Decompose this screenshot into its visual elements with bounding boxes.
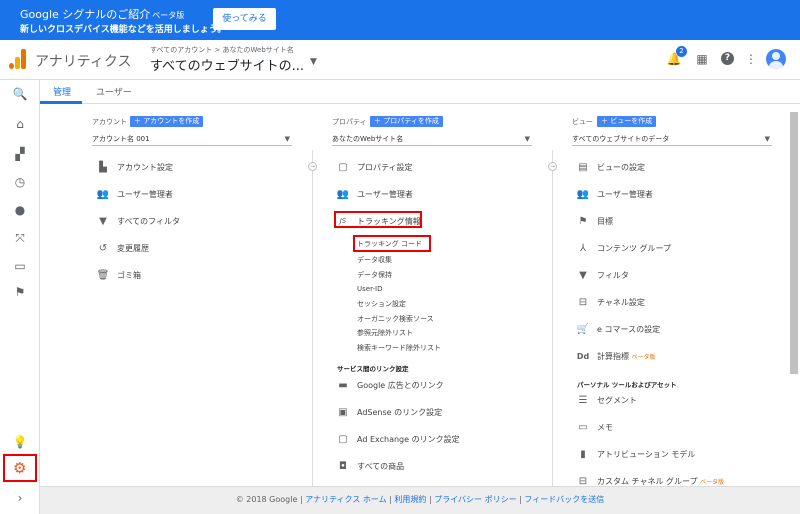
realtime-clock-icon[interactable]: ◷	[12, 174, 28, 190]
analytics-home-link[interactable]: アナリティクス ホーム	[305, 495, 386, 504]
calculated-metrics-icon: Dd	[576, 352, 590, 361]
channel-icon: ⊟	[578, 297, 588, 308]
privacy-policy-link[interactable]: プライバシー ポリシー	[434, 495, 516, 504]
tab-admin[interactable]: 管理	[53, 85, 71, 98]
filter-icon: ▼	[579, 270, 587, 281]
column-divider	[312, 150, 313, 486]
highlight-box	[334, 211, 422, 228]
comment-icon: ▭	[578, 422, 588, 433]
products-icon: ◘	[339, 461, 347, 472]
search-icon[interactable]: 🔍	[12, 86, 28, 102]
footer: © 2018 Google | アナリティクス ホーム | 利用規約 | プライ…	[40, 486, 800, 514]
tab-user[interactable]: ユーザー	[96, 85, 132, 98]
try-it-button[interactable]: 使ってみる	[213, 8, 276, 30]
people-icon: 👥	[96, 189, 110, 200]
data-retention-link[interactable]: データ保持	[357, 270, 392, 280]
admin-gear-button[interactable]: ⚙	[3, 454, 37, 482]
chevron-down-icon: ▼	[764, 135, 770, 143]
terms-link[interactable]: 利用規約	[394, 495, 426, 504]
segments-icon: ☰	[578, 395, 588, 406]
view-selector[interactable]: すべてのウェブサイトの...	[150, 55, 304, 74]
product-linking-heading: サービス間のリンク設定	[337, 365, 409, 373]
property-select[interactable]: あなたのWebサイト名 ▼	[332, 134, 532, 146]
view-label: ビュー	[572, 118, 593, 126]
send-feedback-link[interactable]: フィードバックを送信	[524, 495, 604, 504]
session-settings-link[interactable]: セッション設定	[357, 299, 406, 309]
create-view-button[interactable]: ＋ ビューを作成	[597, 116, 657, 127]
account-select[interactable]: アカウント名 001 ▼	[92, 134, 292, 146]
view-select[interactable]: すべてのウェブサイトのデータ ▼	[572, 134, 772, 146]
left-nav: 🔍 ⌂ ▞ ◷ ● ⤧ ▭ ⚑ 💡 ⚙ ›	[0, 80, 40, 514]
app-name: アナリティクス	[35, 54, 132, 70]
acquisition-icon[interactable]: ⤧	[12, 230, 28, 246]
create-account-button[interactable]: ＋ アカウントを作成	[130, 116, 204, 127]
building-icon: ▙	[99, 162, 107, 173]
flag-icon: ⚑	[578, 216, 588, 227]
user-id-link[interactable]: User-ID	[357, 285, 383, 293]
account-label: アカウント	[92, 118, 127, 126]
people-icon: 👥	[336, 189, 350, 200]
document-icon: ▤	[578, 162, 588, 173]
chevron-right-icon[interactable]: ›	[12, 490, 28, 506]
account-breadcrumb[interactable]: すべてのアカウント > あなたのWebサイト名	[150, 45, 294, 55]
arrow-right-icon: →	[308, 162, 317, 171]
chevron-down-icon: ▼	[284, 135, 290, 143]
content-grouping-icon: ⅄	[579, 243, 587, 254]
more-vert-icon[interactable]: ⋮	[742, 50, 760, 68]
admin-tabs: 管理 ユーザー	[40, 80, 800, 104]
banner-title: Google シグナルのご紹介 ベータ版	[20, 8, 185, 21]
banner-subtitle: 新しいクロスデバイス機能などを活用しましょう。	[20, 25, 227, 35]
history-icon: ↺	[98, 243, 108, 254]
app-header: アナリティクス すべてのアカウント > あなたのWebサイト名 すべてのウェブサ…	[0, 40, 800, 80]
behavior-icon[interactable]: ▭	[12, 258, 28, 274]
analytics-logo[interactable]	[9, 49, 27, 69]
help-icon[interactable]: ?	[721, 52, 734, 65]
referral-exclusion-link[interactable]: 参照元除外リスト	[357, 328, 413, 338]
audience-person-icon[interactable]: ●	[12, 202, 28, 218]
conversions-flag-icon[interactable]: ⚑	[12, 284, 28, 300]
avatar[interactable]	[766, 49, 786, 69]
filter-icon: ▼	[99, 216, 107, 227]
google-ads-icon: ▬	[338, 380, 348, 391]
personal-tools-heading: パーソナル ツールおよびアセット	[577, 381, 677, 389]
chevron-down-icon[interactable]: ▼	[310, 57, 317, 67]
scrollbar[interactable]	[790, 112, 798, 374]
ad-exchange-icon: ▢	[338, 434, 348, 445]
copyright: © 2018 Google	[235, 495, 298, 504]
property-label: プロパティ	[332, 118, 367, 126]
people-icon: 👥	[576, 189, 590, 200]
adsense-icon: ▣	[338, 407, 348, 418]
search-term-exclusion-link[interactable]: 検索キーワード除外リスト	[357, 343, 441, 353]
lightbulb-icon[interactable]: 💡	[12, 434, 28, 450]
window-icon: ▢	[338, 162, 348, 173]
create-property-button[interactable]: ＋ プロパティを作成	[370, 116, 443, 127]
chevron-down-icon: ▼	[524, 135, 530, 143]
bar-chart-icon: ▮	[580, 449, 586, 460]
gear-icon: ⚙	[13, 459, 27, 477]
customization-icon[interactable]: ▞	[12, 146, 28, 162]
admin-content: アカウント ＋ アカウントを作成 アカウント名 001 ▼ ▙ アカウント設定 👥 ユ…	[40, 104, 790, 487]
trash-icon: 🗑	[96, 270, 110, 281]
apps-grid-icon[interactable]: ▦	[693, 50, 711, 68]
column-divider	[552, 150, 553, 486]
organic-search-sources-link[interactable]: オーガニック検索ソース	[357, 314, 434, 324]
home-icon[interactable]: ⌂	[12, 116, 28, 132]
cart-icon: 🛒	[576, 324, 590, 335]
data-collection-link[interactable]: データ収集	[357, 255, 392, 265]
highlight-box	[353, 235, 431, 252]
signals-banner: Google シグナルのご紹介 ベータ版 新しいクロスデバイス機能などを活用しまし…	[0, 0, 800, 40]
notification-badge: 2	[676, 46, 687, 57]
arrow-right-icon: →	[548, 162, 557, 171]
